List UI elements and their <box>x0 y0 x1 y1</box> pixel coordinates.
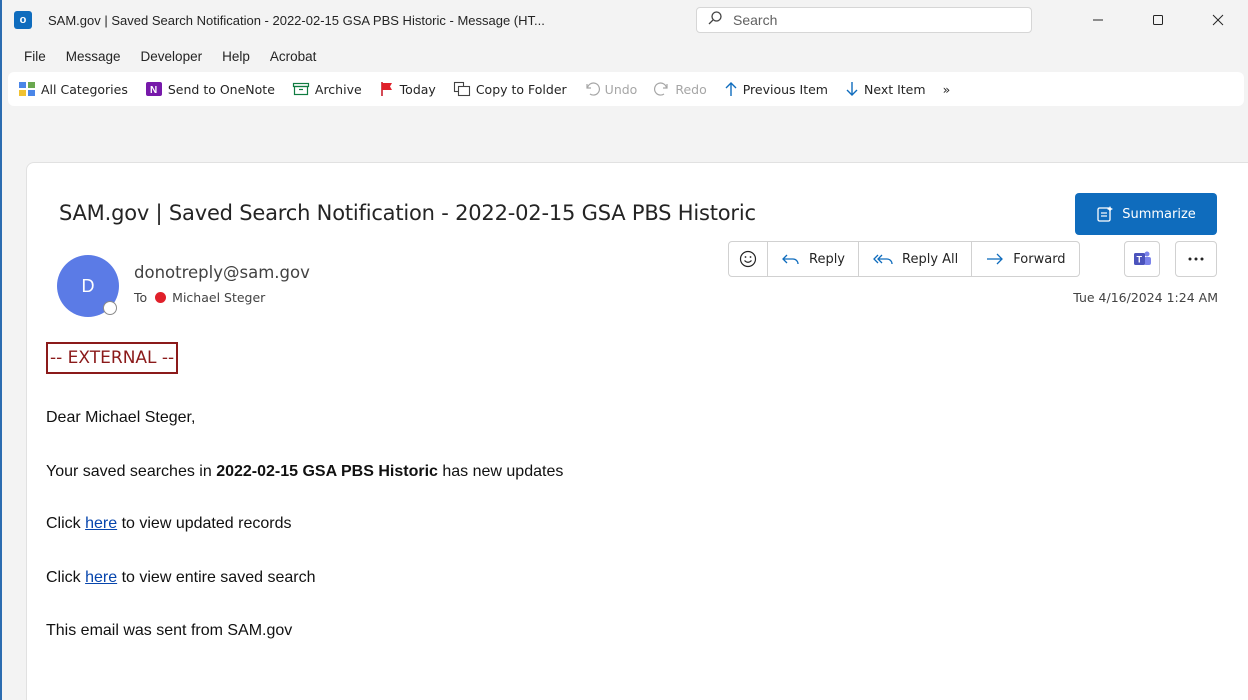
forward-button[interactable]: Forward <box>972 242 1078 276</box>
forward-icon <box>987 253 1004 265</box>
click-prefix: Click <box>46 569 86 586</box>
ellipsis-icon <box>1188 257 1204 261</box>
undo-label: Undo <box>604 81 638 97</box>
ribbon-toolbar: All Categories N Send to OneNote Archive… <box>8 72 1244 106</box>
categories-icon <box>19 82 35 96</box>
previous-item-label: Previous Item <box>742 81 828 97</box>
footer-line: This email was sent from SAM.gov <box>46 622 293 639</box>
busy-presence-icon <box>155 292 167 303</box>
search-input[interactable] <box>733 12 1013 28</box>
received-date: Tue 4/16/2024 1:24 AM <box>1073 290 1218 305</box>
archive-button[interactable]: Archive <box>292 81 362 97</box>
redo-button[interactable]: Redo <box>654 81 707 97</box>
greeting-line: Dear Michael Steger, <box>46 409 196 426</box>
updated-records-link[interactable]: here <box>85 515 117 532</box>
send-to-onenote-label: Send to OneNote <box>167 81 275 97</box>
teams-share-button[interactable]: T <box>1124 241 1160 277</box>
outlook-message-window: o SAM.gov | Saved Search Notification - … <box>0 0 1248 700</box>
message-subject: SAM.gov | Saved Search Notification - 20… <box>59 201 756 225</box>
saved-search-name: 2022-02-15 GSA PBS Historic <box>216 463 438 480</box>
avatar-letter: D <box>81 275 95 296</box>
reaction-button[interactable] <box>729 242 768 276</box>
redo-label: Redo <box>675 81 707 97</box>
minimize-icon <box>1093 19 1103 21</box>
arrow-up-icon <box>725 82 737 96</box>
copy-to-folder-label: Copy to Folder <box>475 81 567 97</box>
reply-all-label: Reply All <box>902 251 959 267</box>
maximize-icon <box>1153 15 1163 25</box>
outlook-app-icon: o <box>14 11 35 29</box>
presence-status-icon <box>103 301 117 315</box>
reply-all-button[interactable]: Reply All <box>859 242 973 276</box>
summarize-label: Summarize <box>1122 206 1196 222</box>
archive-label: Archive <box>314 81 362 97</box>
more-actions-button[interactable] <box>1175 241 1217 277</box>
to-label: To <box>134 290 148 305</box>
next-item-button[interactable]: Next Item <box>845 81 926 97</box>
minimize-button[interactable] <box>1068 0 1128 40</box>
reading-pane: SAM.gov | Saved Search Notification - 20… <box>26 162 1248 700</box>
window-title: SAM.gov | Saved Search Notification - 20… <box>48 12 545 28</box>
updates-prefix: Your saved searches in <box>46 463 217 480</box>
send-to-onenote-button[interactable]: N Send to OneNote <box>145 81 275 97</box>
updates-suffix: has new updates <box>437 463 564 480</box>
arrow-down-icon <box>846 82 858 96</box>
reply-icon <box>782 254 799 265</box>
svg-text:T: T <box>1137 255 1143 265</box>
title-bar: o SAM.gov | Saved Search Notification - … <box>2 0 1248 40</box>
updated-records-line: Click here to view updated records <box>46 515 291 533</box>
today-flag-button[interactable]: Today <box>379 81 436 97</box>
recipient-name[interactable]: Michael Steger <box>172 290 265 305</box>
maximize-button[interactable] <box>1128 0 1188 40</box>
summarize-icon <box>1097 206 1114 222</box>
app-icon-letter: o <box>19 14 27 26</box>
onenote-icon: N <box>145 82 162 96</box>
svg-text:N: N <box>150 85 157 96</box>
search-icon <box>707 10 723 31</box>
today-label: Today <box>399 81 436 97</box>
entire-search-suffix: to view entire saved search <box>117 569 316 586</box>
toolbar-overflow-button[interactable]: » <box>943 82 951 97</box>
smiley-icon <box>739 250 757 268</box>
search-box[interactable] <box>696 7 1032 33</box>
entire-search-link[interactable]: here <box>85 569 117 586</box>
menu-help[interactable]: Help <box>214 45 258 68</box>
previous-item-button[interactable]: Previous Item <box>724 81 828 97</box>
copy-folder-icon <box>453 81 470 97</box>
close-icon <box>1212 14 1224 26</box>
menu-acrobat[interactable]: Acrobat <box>262 45 325 68</box>
copy-to-folder-button[interactable]: Copy to Folder <box>453 81 567 97</box>
close-button[interactable] <box>1188 0 1248 40</box>
overflow-chevron-icon: » <box>942 81 951 97</box>
reply-label: Reply <box>809 251 846 267</box>
reply-button[interactable]: Reply <box>768 242 860 276</box>
all-categories-button[interactable]: All Categories <box>18 81 128 97</box>
menu-bar: File Message Developer Help Acrobat <box>2 40 1248 72</box>
menu-file[interactable]: File <box>16 45 54 68</box>
forward-label: Forward <box>1013 251 1066 267</box>
updates-line: Your saved searches in 2022-02-15 GSA PB… <box>46 463 563 481</box>
updated-records-suffix: to view updated records <box>117 515 292 532</box>
response-actions: Reply Reply All Forward <box>728 241 1080 277</box>
archive-icon <box>292 82 309 96</box>
click-prefix: Click <box>46 515 86 532</box>
menu-message[interactable]: Message <box>58 45 129 68</box>
external-warning-tag: -- EXTERNAL -- <box>46 342 179 374</box>
all-categories-label: All Categories <box>41 81 128 97</box>
menu-developer[interactable]: Developer <box>133 45 211 68</box>
teams-icon: T <box>1134 251 1151 265</box>
redo-icon <box>654 82 668 96</box>
summarize-button[interactable]: Summarize <box>1075 193 1217 235</box>
undo-icon <box>586 82 600 96</box>
reply-all-icon <box>873 254 893 265</box>
window-controls <box>1068 0 1248 40</box>
recipients-line: To Michael Steger <box>134 290 265 305</box>
next-item-label: Next Item <box>864 81 926 97</box>
sender-address[interactable]: donotreply@sam.gov <box>134 263 310 282</box>
entire-search-line: Click here to view entire saved search <box>46 569 315 587</box>
undo-button[interactable]: Undo <box>584 81 638 97</box>
flag-icon <box>380 82 392 96</box>
